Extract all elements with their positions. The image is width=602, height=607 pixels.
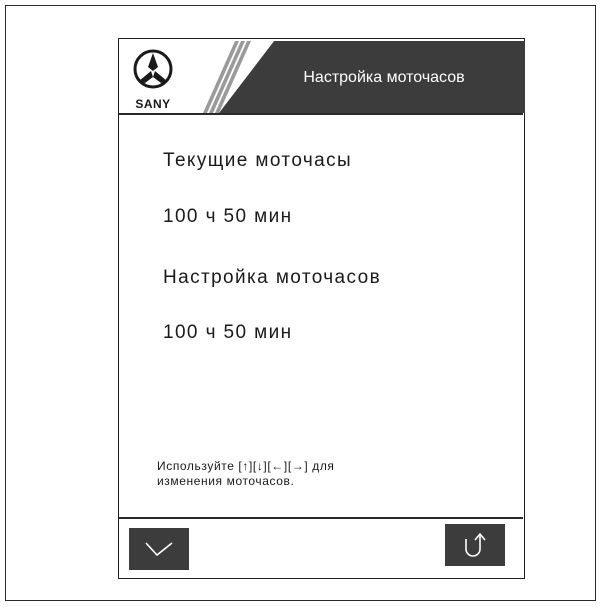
instruction-text: Используйте [↑][↓][←][→] для изменения м… (157, 459, 437, 489)
header-divider (119, 113, 523, 115)
setting-hours-label: Настройка моточасов (163, 267, 382, 288)
return-arrow-icon (465, 532, 486, 557)
logo-wordmark: SANY (135, 97, 171, 111)
footer-divider (119, 517, 523, 519)
setting-hours-value[interactable]: 100 ч 50 мин (163, 322, 293, 344)
instruction-line-1: Используйте [↑][↓][←][→] для (157, 459, 335, 473)
back-button[interactable] (445, 524, 505, 566)
check-icon (145, 542, 173, 557)
screen-title: Настройка моточасов (303, 69, 465, 86)
current-hours-value: 100 ч 50 мин (163, 206, 293, 227)
screen-header: SANY Настройка моточасов (119, 39, 525, 117)
instruction-line-2: изменения моточасов. (157, 474, 295, 488)
current-hours-label: Текущие моточасы (163, 150, 353, 171)
confirm-button[interactable] (129, 528, 189, 570)
sany-logo: SANY (129, 47, 177, 113)
sany-logo-icon (133, 49, 173, 89)
display-screen: SANY Настройка моточасов Текущие моточас… (118, 38, 525, 579)
